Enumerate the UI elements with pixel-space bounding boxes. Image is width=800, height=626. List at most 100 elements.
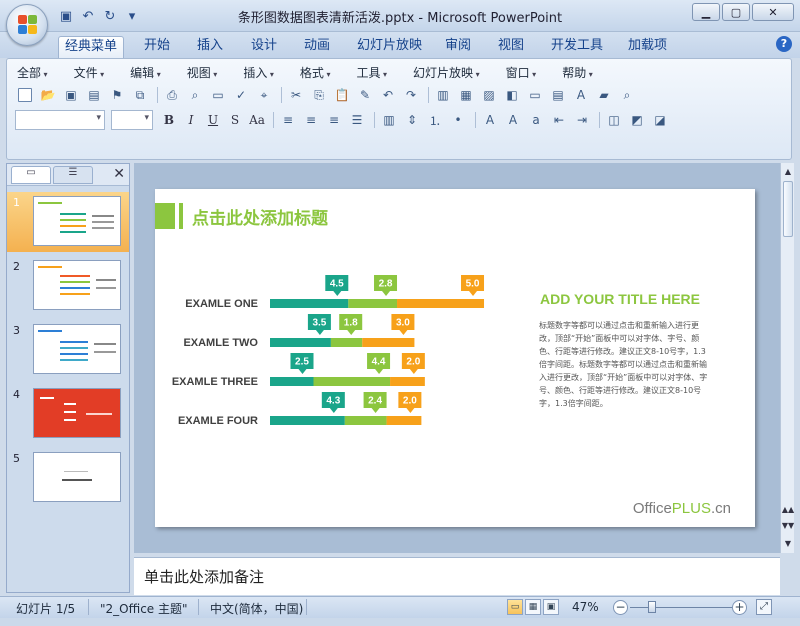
menu-window[interactable]: 窗口 xyxy=(506,64,537,82)
bar-segment[interactable] xyxy=(313,377,391,386)
zoom-level[interactable]: 47% xyxy=(572,600,599,614)
tab-developer[interactable]: 开发工具 xyxy=(545,36,609,58)
slide-sorter-icon[interactable]: ▦ xyxy=(525,599,541,615)
print-icon[interactable]: ⎙ xyxy=(162,85,182,105)
slide-thumbnail-4[interactable]: 4 xyxy=(7,384,129,444)
bar-segment[interactable] xyxy=(330,338,363,347)
zoom-slider-track[interactable] xyxy=(630,607,732,608)
layout-icon[interactable]: ▤ xyxy=(548,85,568,105)
tab-insert[interactable]: 插入 xyxy=(191,36,229,58)
bar-segment[interactable] xyxy=(270,416,345,425)
minimize-icon[interactable]: ▁ xyxy=(692,3,720,21)
menu-slideshow[interactable]: 幻灯片放映 xyxy=(413,64,480,82)
cut-icon[interactable]: ✂ xyxy=(286,85,306,105)
scroll-up-icon[interactable]: ▲ xyxy=(781,165,795,179)
tab-classic-menu[interactable]: 经典菜单 xyxy=(58,36,125,58)
office-button[interactable] xyxy=(6,4,48,46)
right-title[interactable]: ADD YOUR TITLE HERE xyxy=(540,291,700,307)
line-spacing-icon[interactable]: ⇕ xyxy=(402,110,422,130)
open-icon[interactable]: ▰ xyxy=(594,85,614,105)
notes-pane[interactable]: 单击此处添加备注 xyxy=(134,557,780,595)
align-right-icon[interactable]: ≡ xyxy=(324,110,344,130)
slide-thumbnail-5[interactable]: 5 xyxy=(7,448,129,508)
arrange-icon[interactable]: ◫ xyxy=(604,110,624,130)
change-case-button[interactable]: Aa xyxy=(247,110,267,130)
stacked-bar-chart[interactable]: EXAMLE ONE 4.5 2.8 5.0 EXAMLE TWO 3.5 1.8 3.0 EX… xyxy=(155,189,515,449)
scroll-down-icon[interactable]: ▼ xyxy=(781,537,795,551)
shadow-button[interactable]: S xyxy=(225,110,245,130)
tab-review[interactable]: 审阅 xyxy=(439,36,477,58)
close-pane-icon[interactable]: ✕ xyxy=(113,166,125,182)
font-name-combo[interactable] xyxy=(15,110,105,130)
slideshow-view-icon[interactable]: ▣ xyxy=(543,599,559,615)
help-icon[interactable]: ? xyxy=(776,36,792,52)
right-body-text[interactable]: 标题数字等都可以通过点击和重新输入进行更改，顶部“开始”面板中可以对字体、字号、… xyxy=(539,319,711,410)
fit-to-window-icon[interactable]: ⤢ xyxy=(756,599,772,615)
shape-fill-icon[interactable]: ◪ xyxy=(650,110,670,130)
align-center-icon[interactable]: ≡ xyxy=(301,110,321,130)
menu-edit[interactable]: 编辑 xyxy=(130,64,161,82)
quick-styles-icon[interactable]: ◩ xyxy=(627,110,647,130)
bar-segment[interactable] xyxy=(348,299,398,308)
tab-view[interactable]: 视图 xyxy=(492,36,530,58)
menu-tools[interactable]: 工具 xyxy=(356,64,387,82)
shrink-font-icon[interactable]: a xyxy=(526,110,546,130)
menu-help[interactable]: 帮助 xyxy=(562,64,593,82)
insert-picture-icon[interactable]: ▨ xyxy=(479,85,499,105)
print-preview-icon[interactable]: ⌕ xyxy=(185,85,205,105)
save-as-pdf-icon[interactable]: ▤ xyxy=(84,85,104,105)
new-slide-icon[interactable]: ▭ xyxy=(525,85,545,105)
copy-icon[interactable]: ⎘ xyxy=(309,85,329,105)
align-left-icon[interactable]: ≡ xyxy=(278,110,298,130)
language-indicator[interactable]: 中文(简体，中国) xyxy=(210,600,303,617)
slide-canvas[interactable]: 点击此处添加标题 EXAMLE ONE 4.5 2.8 5.0 EXAMLE TWO 3.… xyxy=(155,189,755,527)
format-painter-icon[interactable]: ✎ xyxy=(355,85,375,105)
bullets-icon[interactable]: • xyxy=(448,110,468,130)
next-slide-icon[interactable]: ▼▼ xyxy=(781,519,795,533)
justify-icon[interactable]: ☰ xyxy=(347,110,367,130)
tab-addins[interactable]: 加载项 xyxy=(622,36,673,58)
publish-icon[interactable]: ⧉ xyxy=(130,85,150,105)
zoom-out-icon[interactable]: − xyxy=(613,600,628,615)
scrollbar-thumb[interactable] xyxy=(783,181,793,237)
bar-segment[interactable] xyxy=(390,377,425,386)
menu-view[interactable]: 视图 xyxy=(187,64,218,82)
zoom-in-icon[interactable]: + xyxy=(732,600,747,615)
undo-icon[interactable]: ↶ xyxy=(378,85,398,105)
paste-icon[interactable]: 📋 xyxy=(332,85,352,105)
numbering-icon[interactable]: ⒈ xyxy=(425,110,445,130)
font-color-icon[interactable]: A xyxy=(480,110,500,130)
bar-segment[interactable] xyxy=(270,377,314,386)
zoom-slider-knob[interactable] xyxy=(648,601,656,613)
menu-all[interactable]: 全部 xyxy=(17,64,48,82)
text-box-icon[interactable]: A xyxy=(571,85,591,105)
insert-chart-icon[interactable]: ▥ xyxy=(433,85,453,105)
slides-tab-icon[interactable]: ▭ xyxy=(11,166,51,184)
font-size-combo[interactable] xyxy=(111,110,153,130)
slide-thumbnail-2[interactable]: 2 xyxy=(7,256,129,316)
bar-segment[interactable] xyxy=(270,299,349,308)
tab-home[interactable]: 开始 xyxy=(138,36,176,58)
menu-format[interactable]: 格式 xyxy=(300,64,331,82)
bar-segment[interactable] xyxy=(270,338,331,347)
spelling-icon[interactable]: ✓ xyxy=(231,85,251,105)
maximize-icon[interactable]: ▢ xyxy=(722,3,750,21)
outline-tab-icon[interactable]: ☰ xyxy=(53,166,93,184)
grow-font-icon[interactable]: A xyxy=(503,110,523,130)
permission-icon[interactable]: ⚑ xyxy=(107,85,127,105)
tab-animation[interactable]: 动画 xyxy=(298,36,336,58)
find-icon[interactable]: ⌕ xyxy=(617,85,637,105)
menu-file[interactable]: 文件 xyxy=(74,64,105,82)
menu-insert[interactable]: 插入 xyxy=(243,64,274,82)
open-folder-icon[interactable]: 📂 xyxy=(38,85,58,105)
page-setup-icon[interactable]: ▭ xyxy=(208,85,228,105)
normal-view-icon[interactable]: ▭ xyxy=(507,599,523,615)
bar-segment[interactable] xyxy=(386,416,422,425)
bar-segment[interactable] xyxy=(344,416,387,425)
redo-icon[interactable]: ↷ xyxy=(401,85,421,105)
bar-segment[interactable] xyxy=(397,299,485,308)
tab-slideshow[interactable]: 幻灯片放映 xyxy=(351,36,428,58)
close-icon[interactable]: ✕ xyxy=(752,3,794,21)
bar-segment[interactable] xyxy=(362,338,415,347)
previous-slide-icon[interactable]: ▲▲ xyxy=(781,503,795,517)
